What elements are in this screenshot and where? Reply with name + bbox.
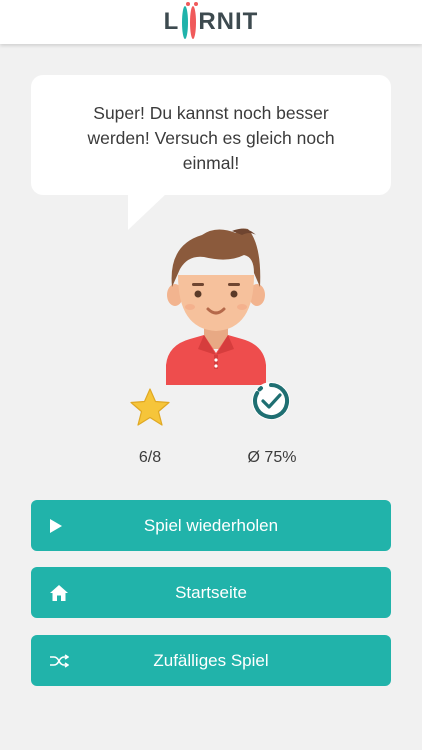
- random-game-label: Zufälliges Spiel: [153, 650, 269, 670]
- random-game-button[interactable]: Zufälliges Spiel: [31, 635, 391, 686]
- home-icon: [49, 584, 69, 602]
- home-label: Startseite: [175, 582, 247, 602]
- stars-score: 6/8: [138, 449, 162, 466]
- boy-avatar-icon: [166, 228, 266, 385]
- feedback-message: Super! Du kannst noch besser werden! Ver…: [87, 103, 335, 173]
- replay-game-label: Spiel wiederholen: [143, 515, 279, 535]
- app-header: L RNIT: [0, 0, 422, 44]
- shuffle-icon: [49, 653, 69, 668]
- average-score: Ø 75%: [247, 449, 297, 466]
- home-button[interactable]: Startseite: [31, 567, 391, 618]
- replay-game-button[interactable]: Spiel wiederholen: [31, 500, 391, 551]
- play-icon: [49, 518, 63, 534]
- logo-letters-rest: RNIT: [198, 8, 259, 35]
- star-icon: [130, 388, 170, 426]
- check-circle-icon: [252, 382, 290, 420]
- logo-oo-mark: [181, 2, 199, 39]
- logo-letter-l: L: [163, 8, 180, 35]
- feedback-speech-bubble: Super! Du kannst noch besser werden! Ver…: [31, 75, 391, 195]
- app-logo: L RNIT: [163, 2, 259, 39]
